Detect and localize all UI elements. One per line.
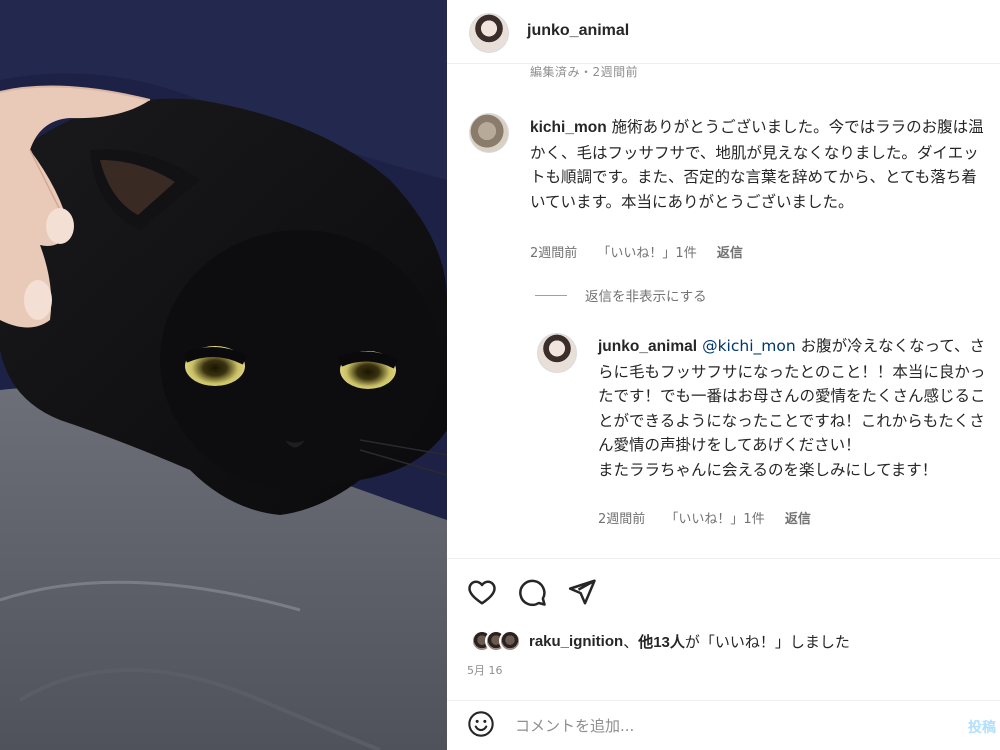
post-author-username[interactable]: junko_animal	[527, 22, 629, 40]
paper-plane-icon[interactable]	[567, 577, 597, 607]
reply-time[interactable]: 2週間前	[598, 512, 645, 527]
post-actions	[467, 577, 597, 607]
liker-avatar	[499, 630, 521, 652]
post-author-avatar[interactable]	[469, 13, 509, 53]
heart-icon[interactable]	[467, 577, 497, 607]
comments-panel: junko_animal 編集済み・2週間前 kichi_mon 施術ありがとうご…	[447, 0, 1000, 750]
comment-time[interactable]: 2週間前	[530, 246, 577, 261]
comment-bar: 投稿	[447, 700, 1000, 750]
comment-likes[interactable]: 「いいね！」1件	[597, 246, 696, 261]
reply-text-closing: またララちゃんに会えるのを楽しみにしてます！	[598, 460, 938, 479]
reply-likes[interactable]: 「いいね！」1件	[665, 512, 764, 527]
likes-separator: 、	[623, 632, 639, 651]
comment-kichi-mon: kichi_mon 施術ありがとうございました。今ではララのお腹は温かく、毛はフッ…	[530, 115, 985, 214]
liker-avatars[interactable]	[471, 630, 521, 652]
post-date[interactable]: 5月 16	[467, 662, 503, 678]
liker-username[interactable]: raku_ignition	[529, 633, 623, 650]
post-photo[interactable]	[0, 0, 447, 750]
reply-mention[interactable]: @kichi_mon	[702, 337, 796, 355]
actions-divider	[447, 558, 1000, 559]
cut-off-caption-meta: 編集済み・2週間前	[530, 65, 639, 79]
commenter-avatar[interactable]	[469, 113, 509, 153]
hide-replies-button[interactable]: 返信を非表示にする	[535, 285, 707, 305]
reply-author-avatar[interactable]	[537, 333, 577, 373]
reply-username[interactable]: junko_animal	[598, 338, 697, 355]
emoji-icon[interactable]	[467, 710, 495, 742]
speech-bubble-icon[interactable]	[517, 577, 547, 607]
hide-replies-label: 返信を非表示にする	[585, 289, 707, 305]
black-cat-photo	[0, 0, 447, 750]
likes-summary: raku_ignition、他13人 が「いいね！」しました	[471, 630, 850, 652]
replies-line	[535, 294, 567, 296]
comment-username[interactable]: kichi_mon	[530, 119, 607, 136]
comment-meta: 2週間前 「いいね！」1件 返信	[530, 242, 759, 261]
post-header: junko_animal	[447, 0, 1000, 64]
reply-junko-animal: junko_animal @kichi_mon お腹が冷えなくなって、さらに毛もフ…	[598, 334, 988, 482]
comment-input[interactable]	[515, 716, 915, 735]
comment-reply-button[interactable]: 返信	[717, 246, 743, 261]
likes-suffix: が「いいね！」しました	[684, 632, 850, 651]
reply-reply-button[interactable]: 返信	[785, 512, 811, 527]
reply-meta: 2週間前 「いいね！」1件 返信	[598, 508, 827, 527]
other-likers-link[interactable]: 他13人	[638, 631, 685, 652]
post-comment-button[interactable]: 投稿	[968, 717, 996, 737]
